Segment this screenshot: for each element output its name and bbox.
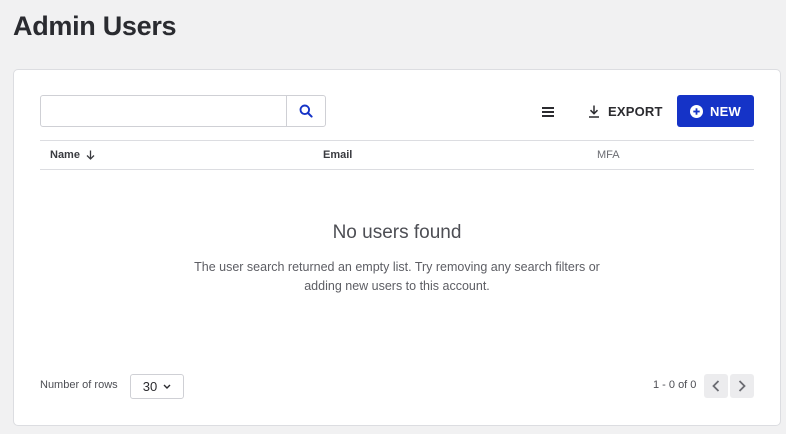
chevron-left-icon <box>712 380 720 392</box>
empty-state-description: The user search returned an empty list. … <box>194 260 600 293</box>
rows-per-page-value: 30 <box>142 379 158 394</box>
empty-state-title: No users found <box>332 222 462 243</box>
download-icon <box>589 105 599 118</box>
column-header-name[interactable]: Name <box>50 141 95 169</box>
column-label-name: Name <box>50 149 80 161</box>
rows-per-page-select[interactable]: 30 <box>130 374 184 399</box>
density-toggle-button[interactable] <box>535 103 561 121</box>
column-header-mfa: MFA <box>597 141 620 169</box>
pagination-info: 1 - 0 of 0 <box>653 379 697 391</box>
search-input[interactable] <box>41 96 286 126</box>
users-card: EXPORT NEW Name Email MFA No users found… <box>13 69 781 426</box>
column-label-mfa: MFA <box>597 149 620 161</box>
search-button[interactable] <box>286 96 325 126</box>
search-box <box>40 95 326 127</box>
table-header: Name Email MFA <box>40 140 754 170</box>
next-page-button[interactable] <box>730 374 754 398</box>
list-density-icon <box>542 107 554 117</box>
plus-circle-icon <box>690 104 704 118</box>
new-label: NEW <box>710 103 741 119</box>
export-label: EXPORT <box>608 103 663 119</box>
column-header-email[interactable]: Email <box>323 141 352 169</box>
column-label-email: Email <box>323 149 353 161</box>
search-icon <box>299 104 313 118</box>
previous-page-button[interactable] <box>704 374 728 398</box>
new-user-button[interactable]: NEW <box>677 95 754 127</box>
rows-per-page-label: Number of rows <box>40 379 118 391</box>
chevron-down-icon <box>163 384 171 389</box>
export-button[interactable]: EXPORT <box>584 97 667 125</box>
chevron-right-icon <box>738 380 746 392</box>
page-title: Admin Users <box>13 11 177 41</box>
sort-descending-icon <box>86 150 95 160</box>
